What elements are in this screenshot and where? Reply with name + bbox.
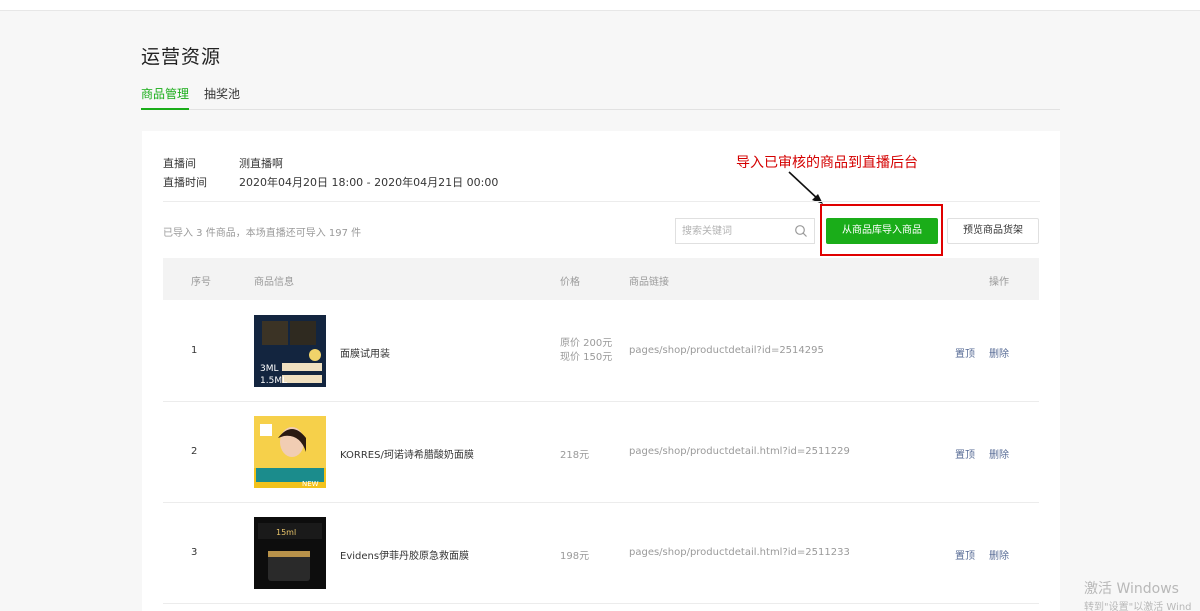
table-row: 3 15ml Evidens伊菲丹胶原急救面膜 198元 pages/shop/… xyxy=(163,503,1039,604)
header-product-link: 商品链接 xyxy=(629,277,669,288)
current-price: 现价 150元 xyxy=(560,352,613,363)
header-price: 价格 xyxy=(560,277,580,288)
preview-shelf-button[interactable]: 预览商品货架 xyxy=(947,218,1039,244)
live-time-label: 直播时间 xyxy=(163,176,207,189)
product-thumbnail: NEW xyxy=(254,416,326,488)
tab-product-management[interactable]: 商品管理 xyxy=(141,86,190,110)
row-index: 2 xyxy=(191,446,198,457)
thumb-label-1: 3ML xyxy=(260,364,279,374)
thumb-label-1: 15ml xyxy=(276,528,296,537)
search-icon[interactable] xyxy=(794,224,808,238)
annotation-text: 导入已审核的商品到直播后台 xyxy=(736,155,918,171)
product-name: KORRES/珂诺诗希腊酸奶面膜 xyxy=(340,450,474,461)
product-link: pages/shop/productdetail.html?id=2511229 xyxy=(629,446,850,457)
delete-button[interactable]: 删除 xyxy=(989,345,1009,360)
header-product-info: 商品信息 xyxy=(254,277,294,288)
pin-top-button[interactable]: 置顶 xyxy=(955,547,975,562)
product-thumbnail: 15ml xyxy=(254,517,326,589)
product-link: pages/shop/productdetail.html?id=2511233 xyxy=(629,547,850,558)
table-row: 1 3ML 1.5ML 面膜试用装 原价 200元 现价 150元 pages/… xyxy=(163,301,1039,402)
live-room-label: 直播间 xyxy=(163,157,196,170)
row-index: 1 xyxy=(191,345,198,356)
product-name: Evidens伊菲丹胶原急救面膜 xyxy=(340,551,470,562)
pin-top-button[interactable]: 置顶 xyxy=(955,446,975,461)
live-room-value: 测直播啊 xyxy=(239,157,283,170)
page-title: 运营资源 xyxy=(141,46,222,68)
search-box xyxy=(675,218,815,244)
highlight-box xyxy=(820,204,943,256)
tab-bar: 商品管理 抽奖池 xyxy=(141,86,1060,110)
product-price: 218元 xyxy=(560,450,590,461)
tab-lottery-pool[interactable]: 抽奖池 xyxy=(204,86,240,110)
table-header: 序号 商品信息 价格 商品链接 操作 xyxy=(163,258,1039,300)
row-index: 3 xyxy=(191,547,198,558)
delete-button[interactable]: 删除 xyxy=(989,446,1009,461)
product-link: pages/shop/productdetail?id=2514295 xyxy=(629,345,824,356)
thumb-label-1: NEW xyxy=(302,480,319,488)
search-input[interactable] xyxy=(682,223,792,239)
section-divider xyxy=(163,201,1040,202)
top-bar xyxy=(0,0,1200,11)
import-count-text: 已导入 3 件商品，本场直播还可导入 197 件 xyxy=(163,228,362,239)
product-thumbnail: 3ML 1.5ML xyxy=(254,315,326,387)
live-time-value: 2020年04月20日 18:00 - 2020年04月21日 00:00 xyxy=(239,176,499,189)
delete-button[interactable]: 删除 xyxy=(989,547,1009,562)
product-price: 198元 xyxy=(560,551,590,562)
thumb-label-2: 1.5ML xyxy=(260,376,287,386)
original-price: 原价 200元 xyxy=(560,338,613,349)
product-price: 原价 200元 现价 150元 xyxy=(560,337,612,365)
header-index: 序号 xyxy=(191,277,211,288)
table-row: 2 NEW KORRES/珂诺诗希腊酸奶面膜 218元 pages/shop/p… xyxy=(163,402,1039,503)
header-actions: 操作 xyxy=(989,277,1009,288)
pin-top-button[interactable]: 置顶 xyxy=(955,345,975,360)
windows-activation-subtext: 转到"设置"以激活 Wind xyxy=(1084,602,1192,611)
windows-activation-watermark: 激活 Windows xyxy=(1084,581,1179,597)
product-name: 面膜试用装 xyxy=(340,349,390,360)
